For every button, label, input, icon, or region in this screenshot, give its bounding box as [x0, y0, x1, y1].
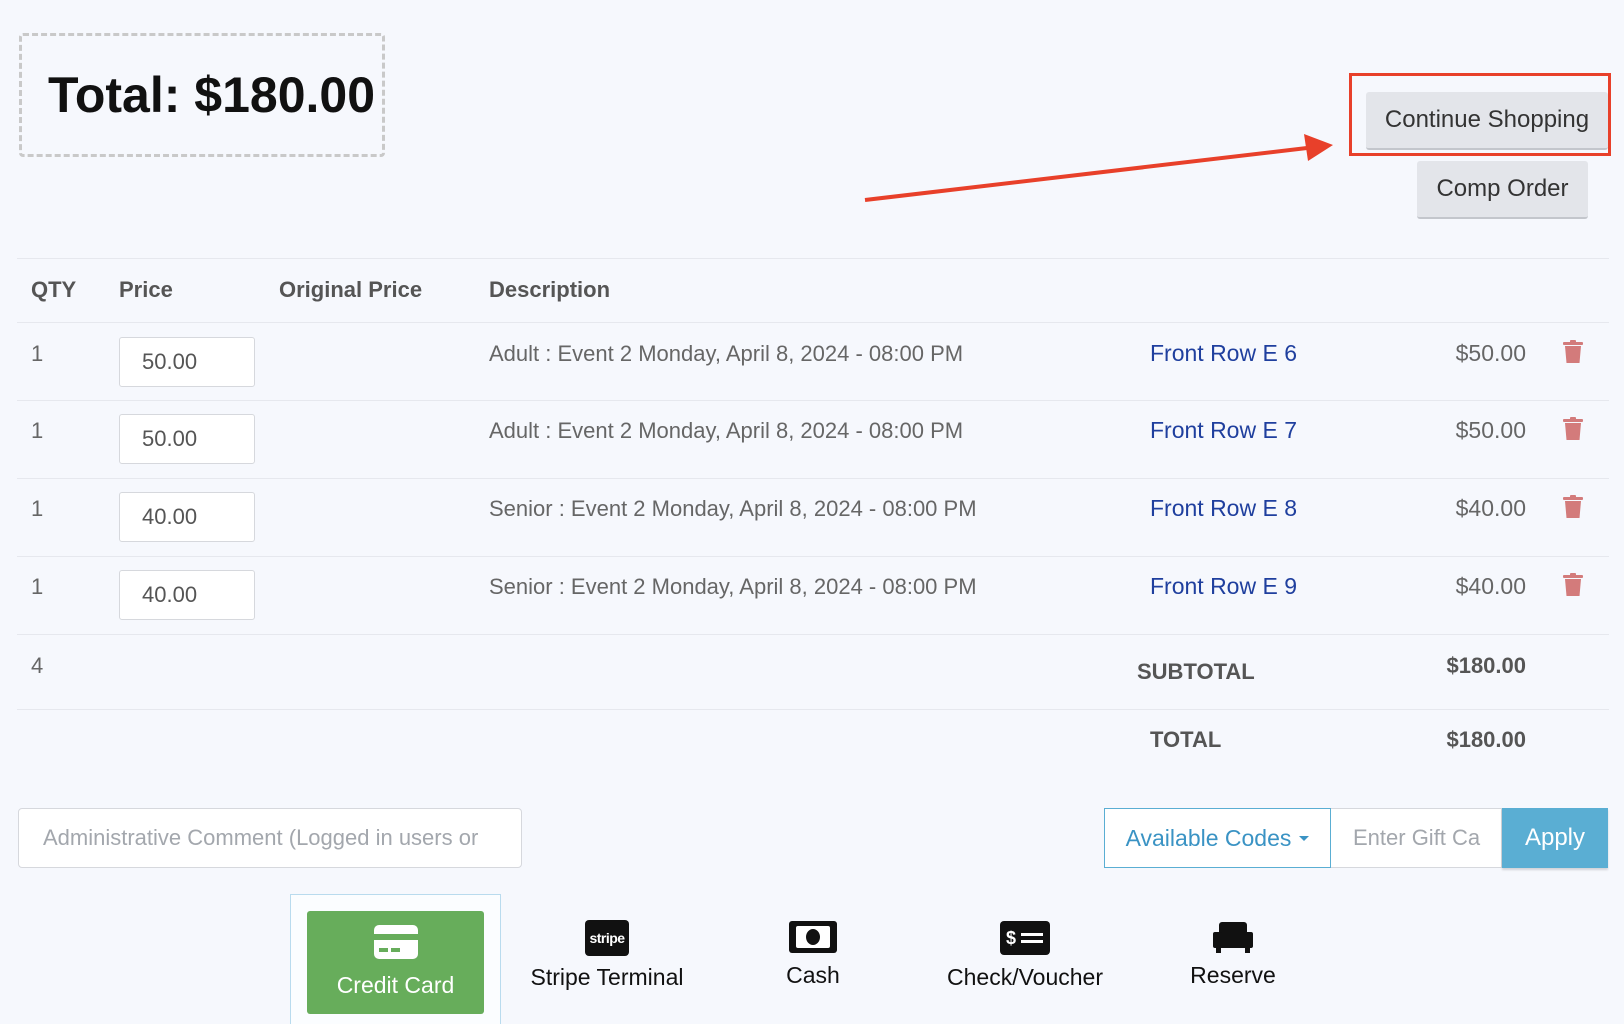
- seat-link[interactable]: Front Row E 9: [1150, 573, 1297, 600]
- subtotal-label: SUBTOTAL: [1137, 659, 1255, 684]
- caret-down-icon: [1299, 835, 1310, 841]
- col-header-qty: QTY: [31, 277, 77, 302]
- order-total-box: Total: $180.00: [19, 33, 385, 157]
- row-amount: $40.00: [1455, 495, 1526, 521]
- table-header-divider: [17, 322, 1609, 323]
- trash-icon[interactable]: [1562, 573, 1584, 597]
- reserve-label: Reserve: [1190, 962, 1276, 988]
- reserve-button[interactable]: Reserve: [1183, 920, 1283, 989]
- row-description: Adult : Event 2 Monday, April 8, 2024 - …: [489, 341, 964, 366]
- seat-link[interactable]: Front Row E 6: [1150, 340, 1297, 367]
- trash-icon[interactable]: [1562, 417, 1584, 441]
- check-icon: $: [1000, 921, 1050, 955]
- row-divider: [17, 400, 1609, 401]
- cash-button[interactable]: Cash: [773, 920, 853, 989]
- price-input[interactable]: [119, 492, 255, 542]
- apply-button[interactable]: Apply: [1502, 808, 1608, 868]
- row-qty: 1: [31, 574, 44, 599]
- total-qty: 4: [31, 653, 44, 678]
- seat-link[interactable]: Front Row E 8: [1150, 495, 1297, 522]
- cash-icon: [789, 921, 837, 953]
- col-header-price: Price: [119, 277, 173, 302]
- row-qty: 1: [31, 418, 44, 443]
- table-top-border: [17, 258, 1609, 259]
- available-codes-dropdown[interactable]: Available Codes: [1104, 808, 1331, 868]
- subtotal-value: $180.00: [1446, 653, 1526, 678]
- annotation-highlight-box: [1349, 73, 1611, 156]
- row-description: Senior : Event 2 Monday, April 8, 2024 -…: [489, 574, 977, 599]
- row-qty: 1: [31, 496, 44, 521]
- stripe-terminal-label: Stripe Terminal: [530, 964, 684, 990]
- admin-comment-input[interactable]: [18, 808, 522, 868]
- order-total-text: Total: $180.00: [48, 67, 376, 123]
- trash-icon[interactable]: [1562, 340, 1584, 364]
- cash-label: Cash: [786, 962, 840, 988]
- row-divider: [17, 634, 1609, 635]
- stripe-terminal-button[interactable]: stripe Stripe Terminal: [527, 920, 687, 991]
- row-amount: $50.00: [1455, 340, 1526, 366]
- available-codes-label: Available Codes: [1125, 824, 1292, 851]
- col-header-description: Description: [489, 277, 611, 302]
- credit-card-label: Credit Card: [336, 972, 455, 998]
- trash-icon[interactable]: [1562, 495, 1584, 519]
- stripe-icon: stripe: [585, 920, 629, 956]
- stripe-logo-text: stripe: [589, 930, 625, 946]
- price-input[interactable]: [119, 337, 255, 387]
- comp-order-button[interactable]: Comp Order: [1417, 161, 1588, 219]
- row-amount: $50.00: [1455, 417, 1526, 443]
- row-qty: 1: [31, 341, 44, 366]
- row-amount: $40.00: [1455, 573, 1526, 599]
- credit-card-icon: [373, 925, 418, 959]
- row-description: Senior : Event 2 Monday, April 8, 2024 -…: [489, 496, 977, 521]
- sofa-icon: [1213, 922, 1253, 953]
- gift-card-input[interactable]: [1331, 808, 1502, 868]
- price-input[interactable]: [119, 570, 255, 620]
- seat-link[interactable]: Front Row E 7: [1150, 417, 1297, 444]
- row-description: Adult : Event 2 Monday, April 8, 2024 - …: [489, 418, 964, 443]
- check-voucher-button[interactable]: $ Check/Voucher: [940, 920, 1110, 991]
- subtotal-divider: [17, 709, 1609, 710]
- total-value: $180.00: [1446, 727, 1526, 752]
- credit-card-button[interactable]: Credit Card: [307, 911, 484, 1014]
- svg-text:$: $: [1006, 928, 1016, 948]
- check-voucher-label: Check/Voucher: [947, 964, 1103, 990]
- price-input[interactable]: [119, 414, 255, 464]
- total-label: TOTAL: [1150, 727, 1222, 752]
- row-divider: [17, 556, 1609, 557]
- col-header-original-price: Original Price: [279, 277, 423, 302]
- row-divider: [17, 478, 1609, 479]
